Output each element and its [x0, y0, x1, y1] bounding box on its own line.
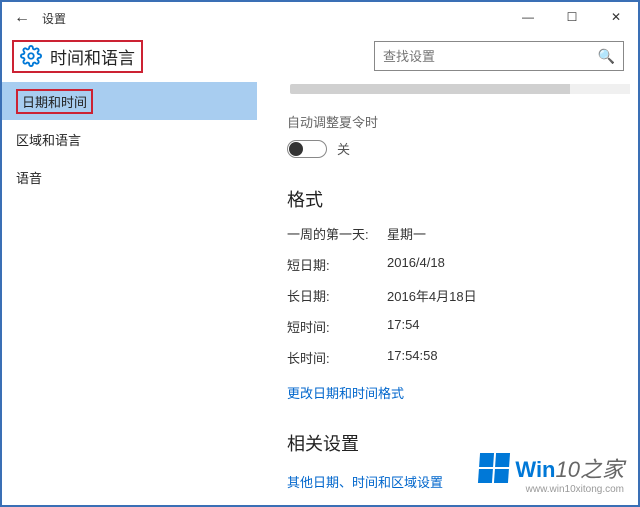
header-title: 时间和语言 [50, 44, 135, 69]
sidebar-item-speech[interactable]: 语音 [2, 158, 257, 196]
format-row: 长时间:17:54:58 [287, 348, 638, 367]
dst-toggle-state: 关 [337, 139, 350, 158]
search-input[interactable] [383, 49, 598, 64]
sidebar-item-label: 日期和时间 [16, 89, 93, 114]
format-row: 一周的第一天:星期一 [287, 224, 638, 243]
format-heading: 格式 [287, 186, 638, 212]
sidebar-item-label: 语音 [16, 168, 42, 187]
watermark-text: Win10之家 [515, 452, 624, 484]
format-row: 短时间:17:54 [287, 317, 638, 336]
minimize-button[interactable]: — [506, 2, 550, 32]
format-row: 短日期:2016/4/18 [287, 255, 638, 274]
watermark-logo: Win10之家 www.win10xitong.com [479, 452, 624, 495]
close-button[interactable]: ✕ [594, 2, 638, 32]
sidebar-item-date-time[interactable]: 日期和时间 [2, 82, 257, 120]
change-format-link[interactable]: 更改日期和时间格式 [287, 383, 638, 402]
sidebar-item-region-language[interactable]: 区域和语言 [2, 120, 257, 158]
header: 时间和语言 🔍 [2, 34, 638, 78]
back-button[interactable]: ← [10, 9, 34, 27]
search-icon[interactable]: 🔍 [598, 48, 615, 65]
windows-icon [478, 453, 510, 483]
window-title: 设置 [42, 10, 66, 27]
maximize-button[interactable]: ☐ [550, 2, 594, 32]
watermark-url: www.win10xitong.com [479, 484, 624, 495]
window-controls: — ☐ ✕ [506, 2, 638, 32]
dst-toggle[interactable] [287, 140, 327, 158]
sidebar-item-label: 区域和语言 [16, 130, 81, 149]
sidebar: 日期和时间 区域和语言 语音 [2, 78, 257, 505]
header-title-group: 时间和语言 [12, 40, 143, 73]
content-pane: 自动调整夏令时 关 格式 一周的第一天:星期一 短日期:2016/4/18 长日… [257, 78, 638, 505]
gear-icon [20, 45, 42, 67]
format-row: 长日期:2016年4月18日 [287, 286, 638, 305]
dst-label: 自动调整夏令时 [287, 112, 638, 131]
search-box[interactable]: 🔍 [374, 41, 624, 71]
scrollbar[interactable] [290, 84, 630, 94]
